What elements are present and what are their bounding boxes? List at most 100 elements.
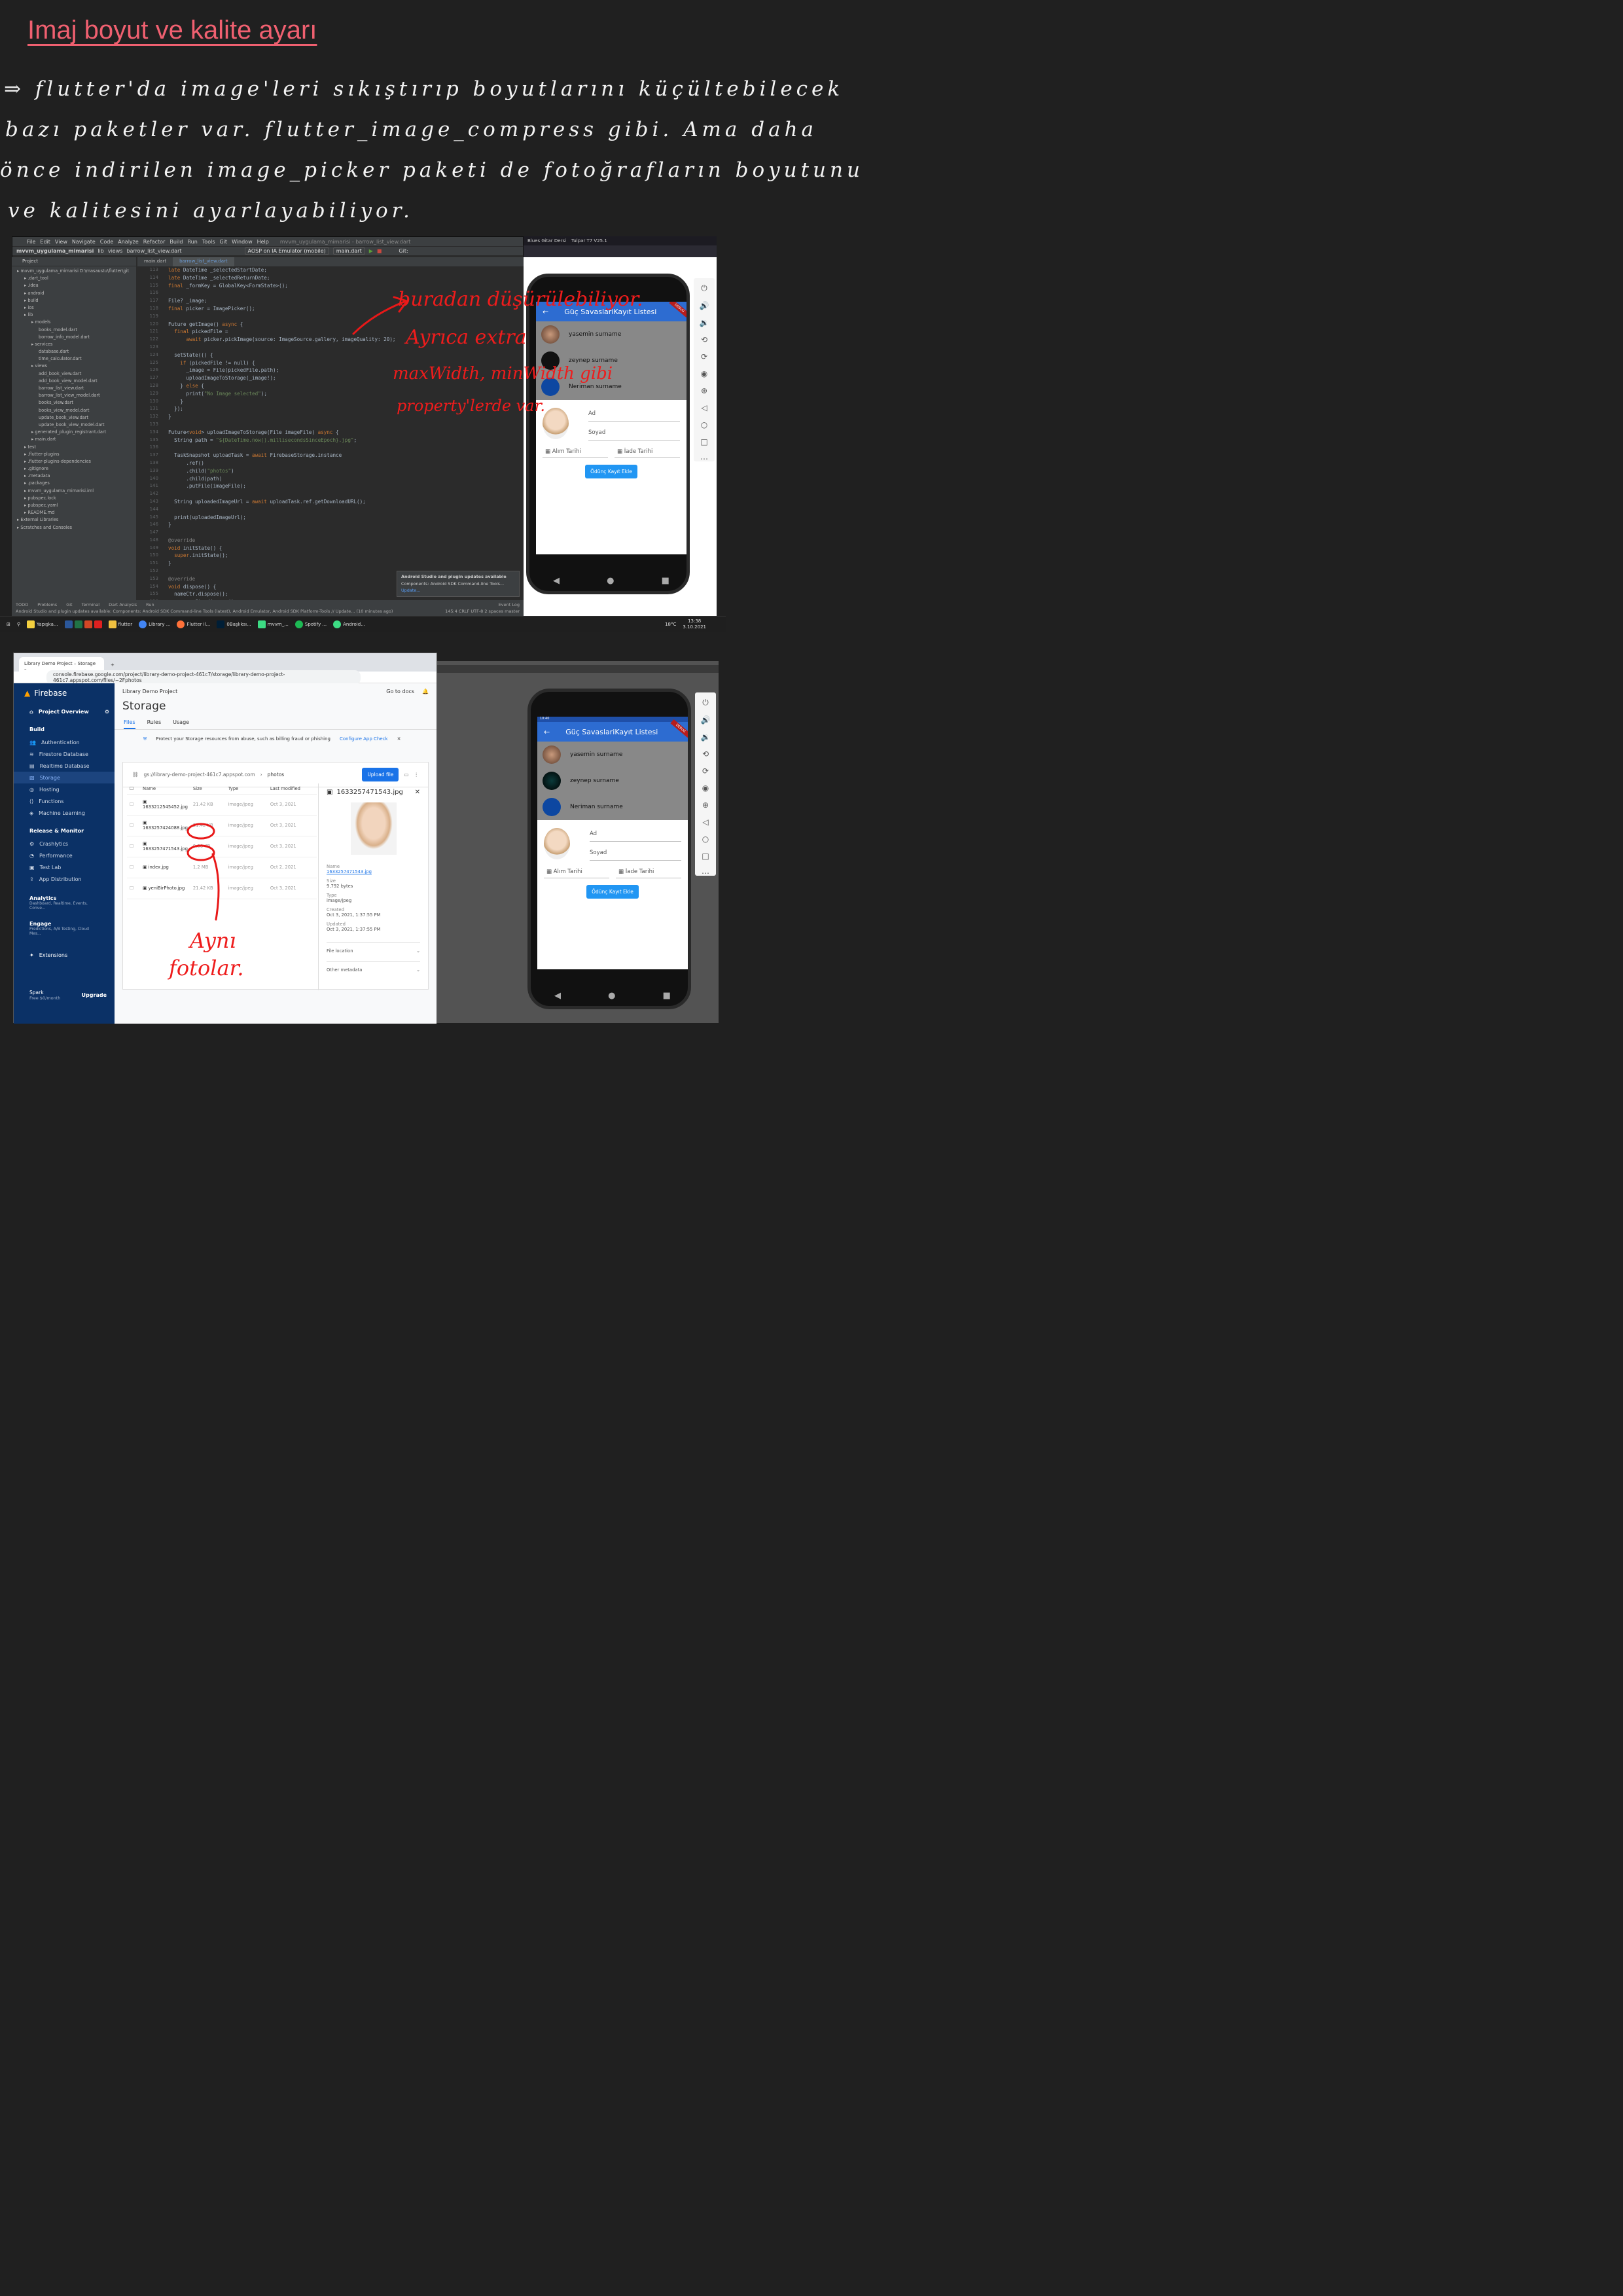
code-line[interactable]: @override bbox=[168, 575, 395, 583]
tree-item[interactable]: ▸ .gitignore bbox=[12, 465, 136, 473]
more-icon[interactable]: ⋯ bbox=[702, 869, 709, 878]
add-borrow-button[interactable]: Ödünç Kayıt Ekle bbox=[586, 885, 639, 899]
tree-item[interactable]: ▸ .packages bbox=[12, 480, 136, 487]
code-line[interactable] bbox=[168, 444, 395, 452]
crumb-lib[interactable]: lib bbox=[98, 248, 104, 254]
row-checkbox[interactable]: ☐ bbox=[130, 802, 134, 807]
menu-file[interactable]: File bbox=[27, 239, 35, 245]
tree-item[interactable]: ▸ pubspec.yaml bbox=[12, 502, 136, 509]
code-line[interactable]: } else { bbox=[168, 382, 395, 390]
more-icon[interactable]: ⋯ bbox=[700, 454, 708, 463]
photo-picker[interactable] bbox=[544, 828, 570, 859]
code-line[interactable]: } bbox=[168, 398, 395, 406]
code-line[interactable]: if (pickedFile != null) { bbox=[168, 359, 395, 367]
code-line[interactable]: String path = "${DateTime.now().millisec… bbox=[168, 437, 395, 444]
file-location-expander[interactable]: File location ⌄ bbox=[327, 942, 420, 954]
notification-update-link[interactable]: Update... bbox=[401, 588, 515, 593]
phone-screen-1[interactable]: ← Güç SavaslariKayıt Listesi DEBUG yasem… bbox=[536, 302, 687, 554]
tree-item[interactable]: update_book_view_model.dart bbox=[12, 422, 136, 429]
tree-item[interactable]: ▸ models bbox=[12, 319, 136, 326]
search-icon[interactable]: ⚲ bbox=[17, 622, 20, 627]
project-overview[interactable]: ⌂ Project Overview ⚙ bbox=[14, 706, 115, 717]
taskbar-item[interactable]: Spotify ... bbox=[294, 620, 327, 628]
code-line[interactable] bbox=[168, 529, 395, 537]
tree-item[interactable]: ▸ lib bbox=[12, 312, 136, 319]
stop-icon[interactable]: ■ bbox=[377, 248, 382, 254]
tree-item[interactable]: ▸ README.md bbox=[12, 509, 136, 516]
weather-temp[interactable]: 18°C bbox=[665, 622, 676, 627]
sidebar-item-storage[interactable]: ▧ Storage bbox=[14, 772, 115, 783]
code-line[interactable]: } bbox=[168, 413, 395, 421]
folder-name[interactable]: photos bbox=[268, 772, 285, 778]
volume-up-icon[interactable]: 🔊 bbox=[700, 301, 709, 310]
tree-item[interactable]: books_model.dart bbox=[12, 327, 136, 334]
tab-rules[interactable]: Rules bbox=[147, 719, 162, 729]
code-line[interactable]: setState(() { bbox=[168, 351, 395, 359]
menu-window[interactable]: Window bbox=[232, 239, 253, 245]
taskbar-item[interactable]: mvvm_... bbox=[257, 620, 289, 628]
project-selector[interactable]: Library Demo Project bbox=[122, 689, 177, 694]
bottom-tab-terminal[interactable]: Terminal bbox=[82, 602, 99, 607]
overview-icon[interactable]: □ bbox=[702, 852, 709, 861]
tab-firebase-storage[interactable]: Library Demo Project – Storage – bbox=[19, 657, 104, 672]
tree-item[interactable]: ▸ mvvm_uygulama_mimarisi D:\masaustu\flu… bbox=[12, 268, 136, 275]
row-checkbox[interactable]: ☐ bbox=[130, 844, 134, 849]
tab-usage[interactable]: Usage bbox=[173, 719, 189, 729]
project-panel-header[interactable]: Project bbox=[12, 257, 136, 266]
nav-recents-icon[interactable]: ■ bbox=[663, 991, 671, 1001]
iade-date-field[interactable]: ▦ İade Tarihi bbox=[616, 866, 681, 878]
sidebar-item-test-lab[interactable]: ▣ Test Lab bbox=[14, 861, 115, 873]
nav-recents-icon[interactable]: ■ bbox=[662, 576, 669, 586]
close-icon[interactable]: ✕ bbox=[397, 736, 401, 742]
menu-build[interactable]: Build bbox=[169, 239, 183, 245]
menu-edit[interactable]: Edit bbox=[40, 239, 50, 245]
list-item[interactable]: yasemin surname bbox=[537, 742, 688, 768]
taskbar-item[interactable]: Flutter il... bbox=[177, 620, 210, 628]
code-line[interactable]: _image = File(pickedFile.path); bbox=[168, 367, 395, 374]
rotate-right-icon[interactable]: ⟳ bbox=[701, 352, 707, 361]
tree-item[interactable]: update_book_view.dart bbox=[12, 414, 136, 422]
browser-tab-tulpar[interactable]: Tulpar T7 V25.1 bbox=[571, 238, 607, 243]
iade-date-field[interactable]: ▦ İade Tarihi bbox=[615, 446, 680, 458]
other-metadata-expander[interactable]: Other metadata ⌄ bbox=[327, 961, 420, 973]
ad-field[interactable]: Ad bbox=[590, 827, 681, 842]
tree-item[interactable]: ▸ main.dart bbox=[12, 436, 136, 443]
camera-icon[interactable]: ◉ bbox=[701, 369, 707, 378]
nav-back-icon[interactable]: ◀ bbox=[554, 991, 561, 1001]
tab-barrow-list-view[interactable]: barrow_list_view.dart bbox=[173, 257, 234, 266]
tree-item[interactable]: barrow_list_view_model.dart bbox=[12, 392, 136, 399]
code-line[interactable] bbox=[168, 490, 395, 498]
overview-icon[interactable]: □ bbox=[700, 437, 707, 446]
tree-item[interactable]: ▸ .dart_tool bbox=[12, 275, 136, 282]
code-line[interactable] bbox=[168, 344, 395, 351]
device-selector[interactable]: AOSP on IA Emulator (mobile) bbox=[244, 247, 329, 255]
tree-item[interactable]: ▸ External Libraries bbox=[12, 516, 136, 524]
bottom-tab-dart-analysis[interactable]: Dart Analysis bbox=[109, 602, 137, 607]
alim-date-field[interactable]: ▦ Alım Tarihi bbox=[543, 446, 608, 458]
code-line[interactable]: .child("photos") bbox=[168, 467, 395, 475]
code-line[interactable]: nameCtr.dispose(); bbox=[168, 590, 395, 598]
new-folder-icon[interactable]: ▭ bbox=[404, 772, 408, 778]
volume-down-icon[interactable]: 🔉 bbox=[700, 318, 709, 327]
tree-item[interactable]: ▸ mvvm_uygulama_mimarisi.iml bbox=[12, 488, 136, 495]
nav-back-icon[interactable]: ◀ bbox=[553, 576, 560, 586]
sidebar-item-hosting[interactable]: ◎ Hosting bbox=[14, 783, 115, 795]
close-detail-icon[interactable]: ✕ bbox=[415, 789, 420, 796]
url-input[interactable]: console.firebase.google.com/project/libr… bbox=[46, 670, 361, 685]
section-analytics[interactable]: Analytics bbox=[14, 885, 115, 901]
tab-files[interactable]: Files bbox=[124, 719, 135, 729]
crumb-file[interactable]: barrow_list_view.dart bbox=[126, 248, 181, 254]
menu-view[interactable]: View bbox=[55, 239, 67, 245]
soyad-field[interactable]: Soyad bbox=[588, 425, 680, 440]
tree-item[interactable]: ▸ services bbox=[12, 341, 136, 348]
tree-item[interactable]: ▸ .metadata bbox=[12, 473, 136, 480]
taskbar-item[interactable]: Yapışka... bbox=[27, 620, 58, 628]
tree-item[interactable]: books_view_model.dart bbox=[12, 407, 136, 414]
extensions[interactable]: ✦ Extensions bbox=[14, 949, 115, 961]
code-line[interactable] bbox=[168, 506, 395, 514]
rotate-right-icon[interactable]: ⟳ bbox=[702, 766, 709, 776]
sidebar-item-machine-learning[interactable]: ◈ Machine Learning bbox=[14, 807, 115, 819]
sidebar-item-realtime-database[interactable]: ▤ Realtime Database bbox=[14, 760, 115, 772]
code-line[interactable]: .ref() bbox=[168, 459, 395, 467]
camera-icon[interactable]: ◉ bbox=[702, 783, 709, 793]
